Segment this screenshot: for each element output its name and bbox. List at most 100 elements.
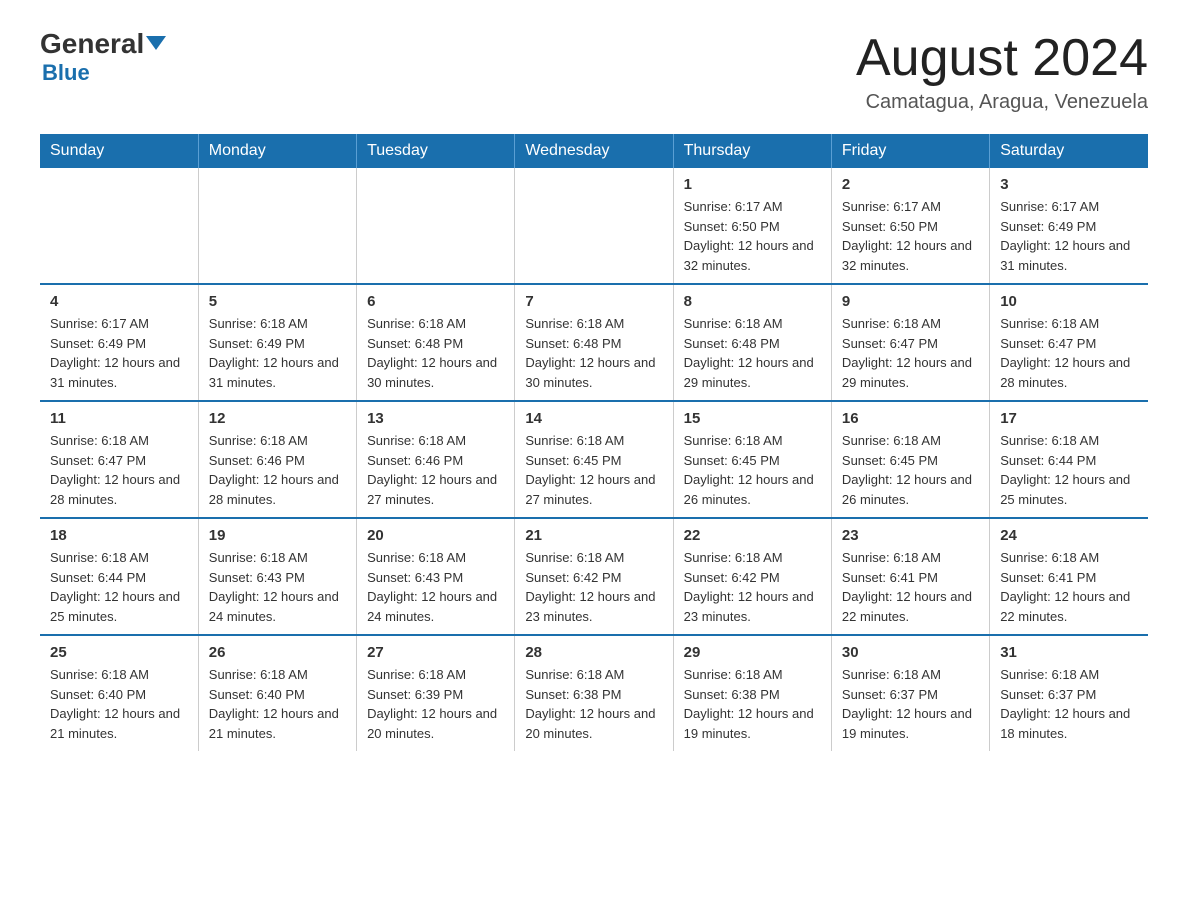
day-of-week-header: Monday [198, 134, 356, 168]
calendar-day-cell [198, 168, 356, 284]
day-number: 13 [367, 410, 504, 427]
day-info: Sunrise: 6:18 AM Sunset: 6:41 PM Dayligh… [1000, 548, 1138, 626]
day-number: 7 [525, 293, 662, 310]
day-info: Sunrise: 6:18 AM Sunset: 6:47 PM Dayligh… [50, 431, 188, 509]
day-info: Sunrise: 6:18 AM Sunset: 6:37 PM Dayligh… [1000, 665, 1138, 743]
title-section: August 2024 Camatagua, Aragua, Venezuela [856, 30, 1148, 114]
calendar-day-cell: 20 Sunrise: 6:18 AM Sunset: 6:43 PM Dayli… [357, 518, 515, 635]
location: Camatagua, Aragua, Venezuela [856, 91, 1148, 114]
day-number: 12 [209, 410, 346, 427]
day-info: Sunrise: 6:18 AM Sunset: 6:47 PM Dayligh… [842, 314, 979, 392]
day-number: 29 [684, 644, 821, 661]
calendar-day-cell: 24Sunrise: 6:18 AM Sunset: 6:41 PM Dayli… [990, 518, 1148, 635]
day-info: Sunrise: 6:18 AM Sunset: 6:43 PM Dayligh… [367, 548, 504, 626]
day-number: 11 [50, 410, 188, 427]
calendar-day-cell [357, 168, 515, 284]
month-title: August 2024 [856, 30, 1148, 87]
day-number: 14 [525, 410, 662, 427]
day-number: 19 [209, 527, 346, 544]
day-info: Sunrise: 6:18 AM Sunset: 6:42 PM Dayligh… [525, 548, 662, 626]
day-number: 30 [842, 644, 979, 661]
day-info: Sunrise: 6:18 AM Sunset: 6:37 PM Dayligh… [842, 665, 979, 743]
calendar-day-cell: 15Sunrise: 6:18 AM Sunset: 6:45 PM Dayli… [673, 401, 831, 518]
day-number: 20 [367, 527, 504, 544]
day-info: Sunrise: 6:18 AM Sunset: 6:46 PM Dayligh… [209, 431, 346, 509]
day-info: Sunrise: 6:18 AM Sunset: 6:38 PM Dayligh… [525, 665, 662, 743]
calendar-week-row: 1 Sunrise: 6:17 AM Sunset: 6:50 PM Daylig… [40, 168, 1148, 284]
day-info: Sunrise: 6:18 AM Sunset: 6:48 PM Dayligh… [684, 314, 821, 392]
day-number: 16 [842, 410, 979, 427]
day-info: Sunrise: 6:17 AM Sunset: 6:49 PM Dayligh… [50, 314, 188, 392]
day-number: 23 [842, 527, 979, 544]
calendar-day-cell: 11 Sunrise: 6:18 AM Sunset: 6:47 PM Dayli… [40, 401, 198, 518]
day-number: 10 [1000, 293, 1138, 310]
day-number: 21 [525, 527, 662, 544]
logo-general: General [40, 30, 166, 58]
calendar-week-row: 11 Sunrise: 6:18 AM Sunset: 6:47 PM Dayli… [40, 401, 1148, 518]
day-number: 28 [525, 644, 662, 661]
day-number: 5 [209, 293, 346, 310]
day-info: Sunrise: 6:17 AM Sunset: 6:49 PM Dayligh… [1000, 197, 1138, 275]
day-number: 15 [684, 410, 821, 427]
calendar-day-cell: 4 Sunrise: 6:17 AM Sunset: 6:49 PM Daylig… [40, 284, 198, 401]
day-number: 8 [684, 293, 821, 310]
calendar-day-cell: 10 Sunrise: 6:18 AM Sunset: 6:47 PM Dayli… [990, 284, 1148, 401]
day-info: Sunrise: 6:17 AM Sunset: 6:50 PM Dayligh… [842, 197, 979, 275]
calendar-week-row: 25 Sunrise: 6:18 AM Sunset: 6:40 PM Dayli… [40, 635, 1148, 751]
calendar-day-cell [515, 168, 673, 284]
day-number: 17 [1000, 410, 1138, 427]
calendar-week-row: 4 Sunrise: 6:17 AM Sunset: 6:49 PM Daylig… [40, 284, 1148, 401]
day-info: Sunrise: 6:18 AM Sunset: 6:40 PM Dayligh… [50, 665, 188, 743]
day-info: Sunrise: 6:18 AM Sunset: 6:47 PM Dayligh… [1000, 314, 1138, 392]
calendar-day-cell [40, 168, 198, 284]
day-number: 27 [367, 644, 504, 661]
calendar-day-cell: 28 Sunrise: 6:18 AM Sunset: 6:38 PM Dayli… [515, 635, 673, 751]
day-number: 31 [1000, 644, 1138, 661]
calendar-day-cell: 12 Sunrise: 6:18 AM Sunset: 6:46 PM Dayli… [198, 401, 356, 518]
page-header: General Blue August 2024 Camatagua, Arag… [40, 30, 1148, 114]
day-info: Sunrise: 6:18 AM Sunset: 6:43 PM Dayligh… [209, 548, 346, 626]
day-number: 2 [842, 176, 979, 193]
day-info: Sunrise: 6:18 AM Sunset: 6:44 PM Dayligh… [50, 548, 188, 626]
logo-triangle-icon [146, 36, 166, 50]
day-info: Sunrise: 6:18 AM Sunset: 6:45 PM Dayligh… [842, 431, 979, 509]
calendar-day-cell: 23 Sunrise: 6:18 AM Sunset: 6:41 PM Dayli… [831, 518, 989, 635]
calendar-day-cell: 16 Sunrise: 6:18 AM Sunset: 6:45 PM Dayli… [831, 401, 989, 518]
calendar-day-cell: 25 Sunrise: 6:18 AM Sunset: 6:40 PM Dayli… [40, 635, 198, 751]
day-of-week-header: Tuesday [357, 134, 515, 168]
logo-blue: Blue [42, 60, 90, 86]
day-number: 3 [1000, 176, 1138, 193]
calendar-day-cell: 21 Sunrise: 6:18 AM Sunset: 6:42 PM Dayli… [515, 518, 673, 635]
day-info: Sunrise: 6:18 AM Sunset: 6:48 PM Dayligh… [525, 314, 662, 392]
day-info: Sunrise: 6:18 AM Sunset: 6:38 PM Dayligh… [684, 665, 821, 743]
day-number: 18 [50, 527, 188, 544]
calendar-day-cell: 7 Sunrise: 6:18 AM Sunset: 6:48 PM Daylig… [515, 284, 673, 401]
calendar-day-cell: 13Sunrise: 6:18 AM Sunset: 6:46 PM Dayli… [357, 401, 515, 518]
day-of-week-header: Thursday [673, 134, 831, 168]
day-number: 1 [684, 176, 821, 193]
day-number: 26 [209, 644, 346, 661]
calendar-day-cell: 19 Sunrise: 6:18 AM Sunset: 6:43 PM Dayli… [198, 518, 356, 635]
day-info: Sunrise: 6:18 AM Sunset: 6:49 PM Dayligh… [209, 314, 346, 392]
calendar-day-cell: 2 Sunrise: 6:17 AM Sunset: 6:50 PM Daylig… [831, 168, 989, 284]
logo: General Blue [40, 30, 166, 86]
calendar-day-cell: 26 Sunrise: 6:18 AM Sunset: 6:40 PM Dayli… [198, 635, 356, 751]
calendar-day-cell: 14 Sunrise: 6:18 AM Sunset: 6:45 PM Dayli… [515, 401, 673, 518]
calendar-header-row: SundayMondayTuesdayWednesdayThursdayFrid… [40, 134, 1148, 168]
calendar-day-cell: 22 Sunrise: 6:18 AM Sunset: 6:42 PM Dayli… [673, 518, 831, 635]
day-of-week-header: Wednesday [515, 134, 673, 168]
day-info: Sunrise: 6:18 AM Sunset: 6:44 PM Dayligh… [1000, 431, 1138, 509]
calendar-day-cell: 29 Sunrise: 6:18 AM Sunset: 6:38 PM Dayli… [673, 635, 831, 751]
day-number: 6 [367, 293, 504, 310]
day-number: 25 [50, 644, 188, 661]
day-info: Sunrise: 6:18 AM Sunset: 6:39 PM Dayligh… [367, 665, 504, 743]
day-number: 22 [684, 527, 821, 544]
day-number: 9 [842, 293, 979, 310]
day-info: Sunrise: 6:18 AM Sunset: 6:41 PM Dayligh… [842, 548, 979, 626]
calendar-day-cell: 6Sunrise: 6:18 AM Sunset: 6:48 PM Daylig… [357, 284, 515, 401]
day-info: Sunrise: 6:18 AM Sunset: 6:45 PM Dayligh… [525, 431, 662, 509]
day-info: Sunrise: 6:18 AM Sunset: 6:40 PM Dayligh… [209, 665, 346, 743]
day-number: 4 [50, 293, 188, 310]
calendar-day-cell: 30 Sunrise: 6:18 AM Sunset: 6:37 PM Dayli… [831, 635, 989, 751]
day-info: Sunrise: 6:18 AM Sunset: 6:42 PM Dayligh… [684, 548, 821, 626]
